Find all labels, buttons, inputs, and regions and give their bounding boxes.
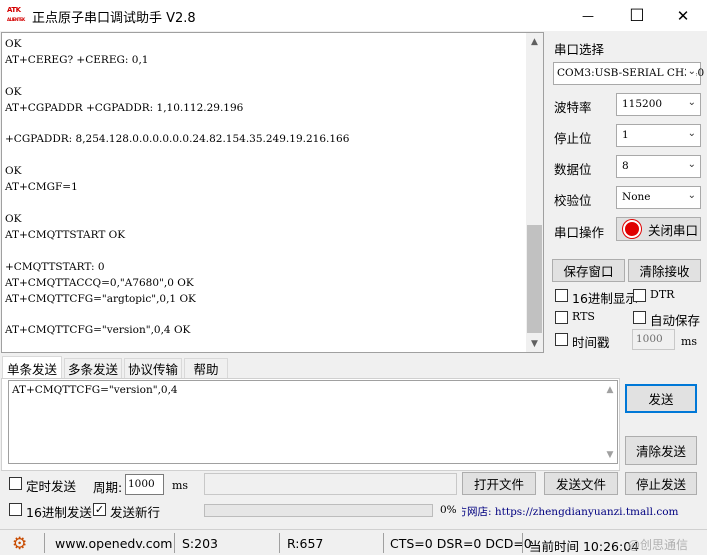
tab-help[interactable]: 帮助 bbox=[184, 358, 228, 378]
chevron-down-icon: ⌄ bbox=[685, 66, 696, 77]
current-time: 当前时间 10:26:04 bbox=[529, 539, 640, 554]
baud-label: 波特率 bbox=[554, 100, 592, 115]
period-label: 周期: bbox=[93, 480, 123, 495]
scroll-down-icon[interactable]: ▼ bbox=[526, 335, 543, 352]
period-input[interactable]: 1000 bbox=[125, 474, 164, 495]
send-button[interactable]: 发送 bbox=[625, 384, 697, 413]
signal-status: CTS=0 DSR=0 DCD=0 bbox=[390, 536, 532, 551]
sent-count: S:203 bbox=[182, 536, 219, 551]
progress-percent: 0% bbox=[440, 504, 457, 516]
chevron-down-icon: ⌄ bbox=[687, 190, 696, 201]
checkmark-icon: ✓ bbox=[94, 503, 105, 516]
send-text: AT+CMQTTCFG="version",0,4 bbox=[12, 384, 178, 396]
parity-select-value: None bbox=[622, 191, 651, 203]
timestamp-interval-value: 1000 bbox=[636, 333, 663, 345]
watermark: @创思通信 bbox=[628, 538, 689, 552]
dtr-label: DTR bbox=[650, 288, 675, 301]
baud-select[interactable]: 115200 ⌄ bbox=[616, 93, 701, 116]
close-port-button[interactable]: 关闭串口 bbox=[616, 217, 701, 241]
tab-multi-send[interactable]: 多条发送 bbox=[64, 358, 122, 378]
port-select[interactable]: COM3:USB-SERIAL CH340 ⌄ bbox=[553, 62, 705, 85]
chevron-down-icon: ⌄ bbox=[687, 128, 696, 139]
databits-label: 数据位 bbox=[554, 162, 592, 177]
clear-send-button[interactable]: 清除发送 bbox=[625, 436, 697, 465]
stop-send-button[interactable]: 停止发送 bbox=[625, 472, 697, 495]
stopbits-select[interactable]: 1 ⌄ bbox=[616, 124, 701, 147]
scroll-up-icon[interactable]: ▲ bbox=[526, 33, 543, 50]
period-unit: ms bbox=[172, 479, 189, 492]
hex-send-checkbox[interactable] bbox=[9, 503, 22, 516]
minimize-button[interactable]: — bbox=[565, 0, 611, 31]
shop-link[interactable]: 官方网店: https://zhengdianyuanzi.tmall.com bbox=[462, 504, 679, 519]
send-progress-bar bbox=[204, 504, 433, 517]
window-title: 正点原子串口调试助手 V2.8 bbox=[32, 11, 196, 26]
hex-send-label: 16进制发送 bbox=[26, 505, 92, 520]
timestamp-interval-input[interactable]: 1000 bbox=[632, 329, 675, 350]
period-value: 1000 bbox=[128, 478, 155, 490]
file-path-field[interactable] bbox=[204, 473, 457, 495]
port-operation-label: 串口操作 bbox=[554, 225, 605, 240]
chevron-down-icon: ⌄ bbox=[687, 97, 696, 108]
auto-save-checkbox[interactable] bbox=[633, 311, 646, 324]
received-count: R:657 bbox=[287, 536, 324, 551]
shop-link-marquee[interactable]: 官方网店: https://zhengdianyuanzi.tmall.com bbox=[462, 500, 698, 522]
send-text-area[interactable]: AT+CMQTTCFG="version",0,4 bbox=[8, 380, 618, 464]
send-newline-checkbox[interactable]: ✓ bbox=[93, 503, 106, 516]
send-scrollbar[interactable]: ▲ ▼ bbox=[603, 381, 617, 463]
receive-scrollbar[interactable]: ▲ ▼ bbox=[526, 33, 543, 352]
close-port-label: 关闭串口 bbox=[648, 222, 699, 238]
alientek-logo-icon: ATK ALIENTEK bbox=[7, 6, 25, 24]
open-file-button[interactable]: 打开文件 bbox=[462, 472, 536, 495]
timed-send-label: 定时发送 bbox=[26, 479, 77, 494]
rts-label: RTS bbox=[572, 310, 595, 323]
stopbits-label: 停止位 bbox=[554, 131, 592, 146]
maximize-button[interactable]: ☐ bbox=[614, 0, 660, 31]
port-label: 串口选择 bbox=[554, 42, 605, 57]
rts-checkbox[interactable] bbox=[555, 311, 568, 324]
databits-select-value: 8 bbox=[622, 160, 629, 172]
minimize-icon: — bbox=[582, 8, 594, 23]
timed-send-checkbox[interactable] bbox=[9, 477, 22, 490]
hex-display-checkbox[interactable] bbox=[555, 289, 568, 302]
timestamp-unit: ms bbox=[681, 335, 698, 348]
stopbits-select-value: 1 bbox=[622, 129, 629, 141]
close-icon: ✕ bbox=[676, 6, 690, 25]
scroll-up-icon[interactable]: ▲ bbox=[603, 381, 617, 398]
receive-scroll-thumb[interactable] bbox=[527, 225, 542, 333]
timestamp-label: 时间戳 bbox=[572, 335, 610, 350]
scroll-down-icon[interactable]: ▼ bbox=[603, 446, 617, 463]
parity-label: 校验位 bbox=[554, 193, 592, 208]
timestamp-checkbox[interactable] bbox=[555, 333, 568, 346]
baud-select-value: 115200 bbox=[622, 98, 663, 110]
tab-protocol[interactable]: 协议传输 bbox=[124, 358, 182, 378]
website-label[interactable]: www.openedv.com bbox=[55, 536, 172, 551]
receive-text-area[interactable]: OK AT+CEREG? +CEREG: 0,1 OK AT+CGPADDR +… bbox=[1, 32, 544, 353]
receive-text: OK AT+CEREG? +CEREG: 0,1 OK AT+CGPADDR +… bbox=[5, 38, 350, 337]
chevron-down-icon: ⌄ bbox=[687, 159, 696, 170]
send-newline-label: 发送新行 bbox=[110, 505, 161, 520]
databits-select[interactable]: 8 ⌄ bbox=[616, 155, 701, 178]
close-window-button[interactable]: ✕ bbox=[660, 0, 706, 31]
gear-icon[interactable]: ⚙ bbox=[12, 534, 27, 554]
send-file-button[interactable]: 发送文件 bbox=[544, 472, 618, 495]
port-select-value: COM3:USB-SERIAL CH340 bbox=[557, 67, 705, 79]
port-status-icon bbox=[623, 220, 641, 238]
dtr-checkbox[interactable] bbox=[633, 289, 646, 302]
hex-display-label: 16进制显示 bbox=[572, 291, 638, 306]
clear-receive-button[interactable]: 清除接收 bbox=[628, 259, 701, 282]
parity-select[interactable]: None ⌄ bbox=[616, 186, 701, 209]
status-bar: ⚙ www.openedv.com S:203 R:657 CTS=0 DSR=… bbox=[0, 529, 707, 555]
maximize-icon: ☐ bbox=[629, 5, 645, 26]
tab-single-send[interactable]: 单条发送 bbox=[2, 356, 62, 379]
save-window-button[interactable]: 保存窗口 bbox=[552, 259, 625, 282]
auto-save-label: 自动保存 bbox=[650, 313, 701, 328]
